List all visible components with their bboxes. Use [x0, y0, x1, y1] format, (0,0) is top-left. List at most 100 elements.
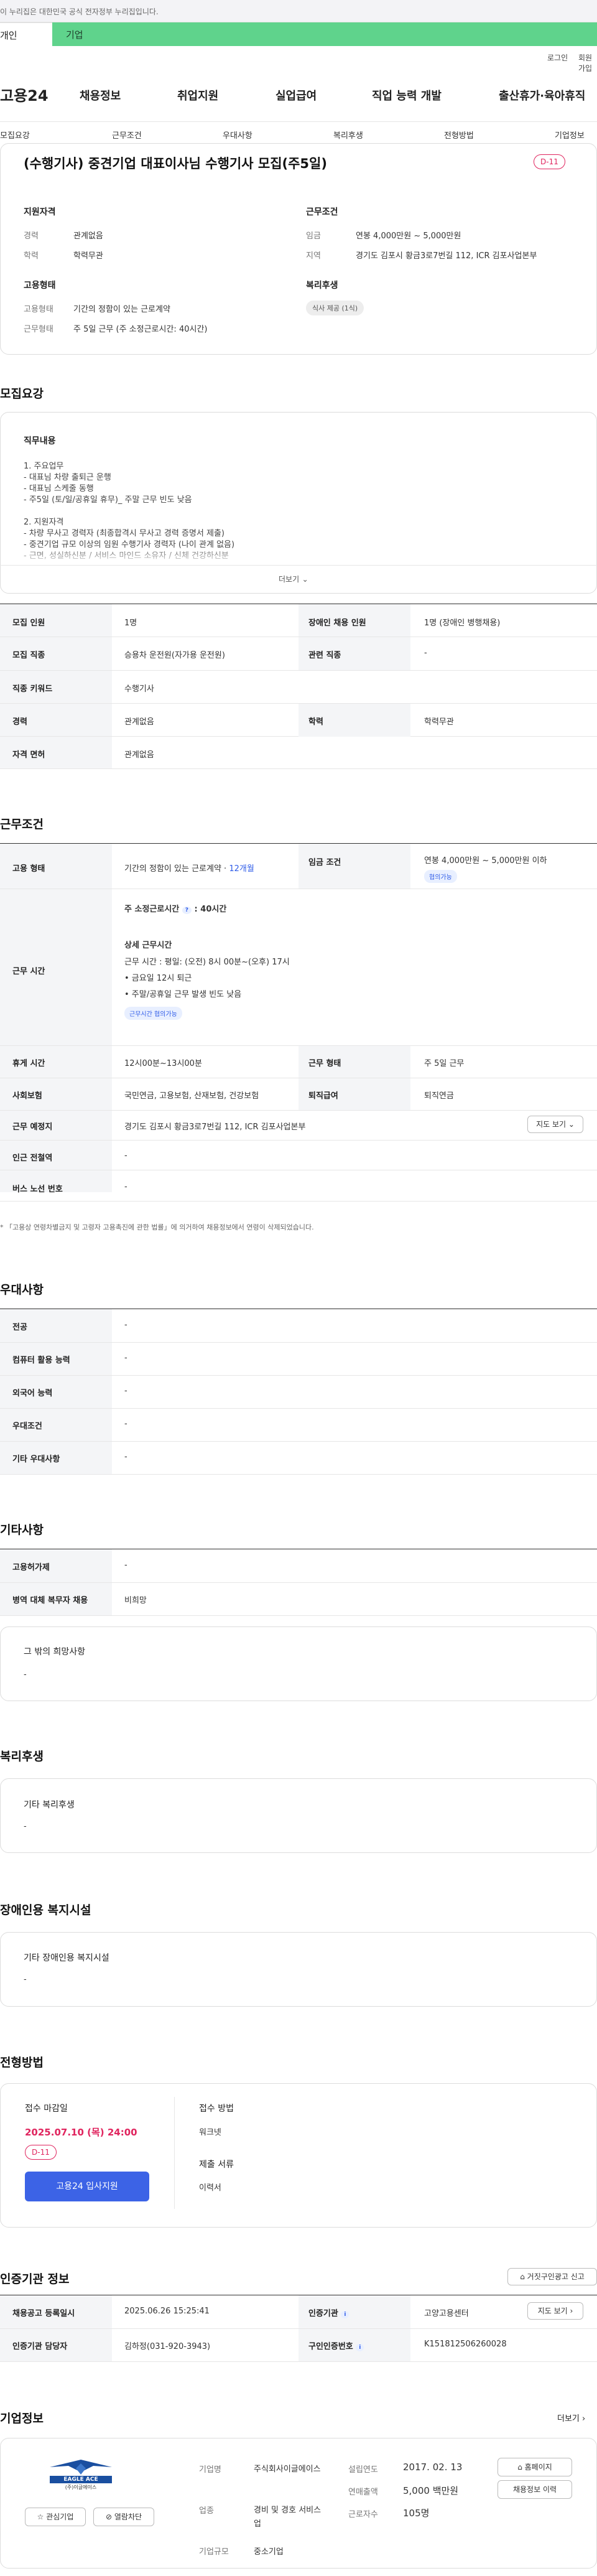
- subtab-recruit[interactable]: 모집요강: [0, 129, 30, 141]
- map-button[interactable]: 지도 보기 ⌄: [527, 1116, 583, 1133]
- block-button[interactable]: ⊘ 열람차단: [93, 2508, 154, 2526]
- count-value: 1명: [124, 618, 137, 628]
- size-label: 기업규모: [199, 2547, 229, 2557]
- agency-label: 인증기관 i: [308, 2307, 349, 2318]
- site-logo[interactable]: 고용24: [0, 83, 49, 105]
- cond-heading: 근무조건: [306, 207, 338, 217]
- section-facility-title: 장애인용 복지시설: [0, 1903, 91, 1917]
- docs-value: 이력서: [199, 2183, 221, 2193]
- welfare-card: [0, 1778, 597, 1853]
- disabled-value: 1명 (장애인 병행채용): [424, 618, 501, 628]
- break-value: 12시00분~13시00분: [124, 1059, 202, 1068]
- weekly-hours: 주 소정근로시간 ? : 40시간: [124, 905, 227, 914]
- emp-heading: 고용형태: [24, 281, 56, 291]
- severance-label: 퇴직급여: [308, 1091, 338, 1101]
- chevron-right-icon: ›: [582, 2414, 586, 2424]
- home-icon: ⌂: [517, 2463, 522, 2471]
- reg-label: 채용공고 등록일시: [12, 2309, 75, 2318]
- gnb-item-training[interactable]: 직업 능력 개발: [372, 87, 442, 103]
- interest-button[interactable]: ☆ 관심기업: [25, 2508, 86, 2526]
- career-table-label: 경력: [12, 717, 27, 727]
- detail-hours-line: • 금요일 12시 퇴근: [124, 974, 192, 983]
- edu-table-value: 학력무관: [424, 717, 454, 727]
- company-name-value: 주식회사이글에이스: [254, 2465, 321, 2474]
- job-history-button[interactable]: 채용정보 이력: [497, 2480, 572, 2499]
- dday-badge: D-11: [534, 154, 565, 169]
- info-icon[interactable]: ?: [182, 907, 192, 914]
- place-value: 경기도 김포시 황금3로7번길 112, ICR 김포사업본부: [124, 1122, 306, 1132]
- report-button[interactable]: ⌂ 거짓구인광고 신고: [507, 2268, 597, 2285]
- insurance-value: 국민연금, 고용보험, 산재보험, 건강보험: [124, 1091, 259, 1101]
- deadline-value: 2025.07.10 (목) 24:00: [25, 2127, 137, 2138]
- related-label: 관련 직종: [308, 651, 341, 660]
- size-value: 중소기업: [254, 2547, 284, 2557]
- duties-heading: 직무내용: [24, 436, 56, 446]
- pref-row-value: -: [124, 1452, 127, 1462]
- wage-value: 연봉 4,000만원 ~ 5,000만원: [356, 231, 461, 241]
- docs-label: 제출 서류: [199, 2160, 234, 2170]
- subtab-work[interactable]: 근무조건: [112, 129, 142, 141]
- tab-corp-label: 기업: [66, 29, 83, 40]
- keyword-label: 직종 키워드: [12, 684, 53, 694]
- join-link[interactable]: 회원가입: [578, 52, 597, 73]
- duty-line: 2. 지원자격: [24, 518, 64, 527]
- founded-value: 2017. 02. 13: [403, 2462, 463, 2473]
- pref-row-value: -: [124, 1419, 127, 1429]
- loc-value: 경기도 김포시 황금3로7번길 112, ICR 김포사업본부: [356, 251, 537, 261]
- subtab-welfare[interactable]: 복리후생: [333, 129, 363, 141]
- info-icon[interactable]: i: [356, 2344, 364, 2351]
- age-notice: * 「고용상 연령차별금지 및 고령자 고용촉진에 관한 법률」에 의거하여 채…: [0, 1223, 314, 1231]
- company-more-label: 더보기: [557, 2414, 580, 2424]
- company-more-link[interactable]: 더보기 ›: [557, 2412, 585, 2424]
- severance-value: 퇴직연금: [424, 1091, 454, 1101]
- star-icon: ☆: [37, 2513, 44, 2521]
- work-wage-label: 임금 조건: [308, 858, 341, 867]
- number-value: K151812506260028: [424, 2340, 507, 2349]
- company-logo: EAGLE ACE (주)이글에이스: [37, 2455, 124, 2490]
- login-link[interactable]: 로그인: [547, 52, 568, 63]
- gnb-item-jobs[interactable]: 채용정보: [80, 87, 121, 103]
- sales-label: 연매출액: [348, 2488, 378, 2497]
- emp-type-value: 기간의 정함이 있는 근로계약: [73, 305, 170, 314]
- duty-line: - 차량 무사고 경력자 (최종합격시 무사고 경력 증명서 제출): [24, 529, 224, 538]
- home-icon: ⌂: [520, 2272, 525, 2281]
- subtab-process[interactable]: 전형방법: [444, 129, 474, 141]
- homepage-button-label: 홈페이지: [524, 2463, 552, 2471]
- divider: [0, 565, 597, 566]
- gnb-item-leave[interactable]: 출산휴가·육아휴직: [499, 87, 585, 103]
- apply-button[interactable]: 고용24 입사지원: [25, 2172, 149, 2201]
- subtab-company[interactable]: 기업정보: [555, 129, 585, 141]
- career-table-value: 관계없음: [124, 717, 154, 727]
- pref-row-label: 외국어 능력: [12, 1389, 53, 1398]
- method-value: 워크넷: [199, 2128, 221, 2137]
- license-value: 관계없음: [124, 750, 154, 760]
- etc-row-label: 고용허가제: [12, 1563, 50, 1572]
- gnb-item-support[interactable]: 취업지원: [177, 87, 218, 103]
- career-label: 경력: [24, 231, 39, 241]
- detail-hours-line: 근무 시간 : 평일: (오전) 8시 00분~(오후) 17시: [124, 958, 290, 967]
- more-button[interactable]: 더보기 ⌄: [279, 574, 308, 584]
- section-process-title: 전형방법: [0, 2056, 44, 2070]
- subtab-pref[interactable]: 우대사항: [223, 129, 252, 141]
- detail-hours-heading: 상세 근무시간: [124, 941, 172, 950]
- job-label: 모집 직종: [12, 651, 45, 660]
- section-company-title: 기업정보: [0, 2412, 44, 2425]
- gnb-item-unemployment[interactable]: 실업급여: [275, 87, 317, 103]
- duty-line: - 대표님 스케줄 동행: [24, 484, 94, 493]
- job-title: (수행기사) 중견기업 대표이사님 수행기사 모집(주5일): [24, 156, 327, 171]
- pref-row-value: -: [124, 1353, 127, 1363]
- divider: [174, 2097, 175, 2209]
- number-label: 구인인증번호 i: [308, 2340, 364, 2351]
- info-icon[interactable]: i: [341, 2311, 349, 2318]
- pref-row-label: 우대조건: [12, 1422, 42, 1431]
- agency-map-button[interactable]: 지도 보기 ›: [527, 2302, 583, 2320]
- subway-label: 인근 전철역: [12, 1154, 53, 1163]
- tab-corp[interactable]: 기업: [52, 22, 597, 46]
- duty-line: - 주5일 (토/일/공휴일 휴무)_ 주말 근무 빈도 낮음: [24, 495, 192, 505]
- wish-card: [0, 1626, 597, 1701]
- keyword-value: 수행기사: [124, 684, 154, 694]
- homepage-button[interactable]: ⌂ 홈페이지: [497, 2458, 572, 2476]
- tab-user[interactable]: 개인: [0, 22, 52, 46]
- gov-banner-text: 이 누리집은 대한민국 공식 전자정부 누리집입니다.: [0, 7, 159, 16]
- chevron-down-icon: ⌄: [568, 1120, 575, 1129]
